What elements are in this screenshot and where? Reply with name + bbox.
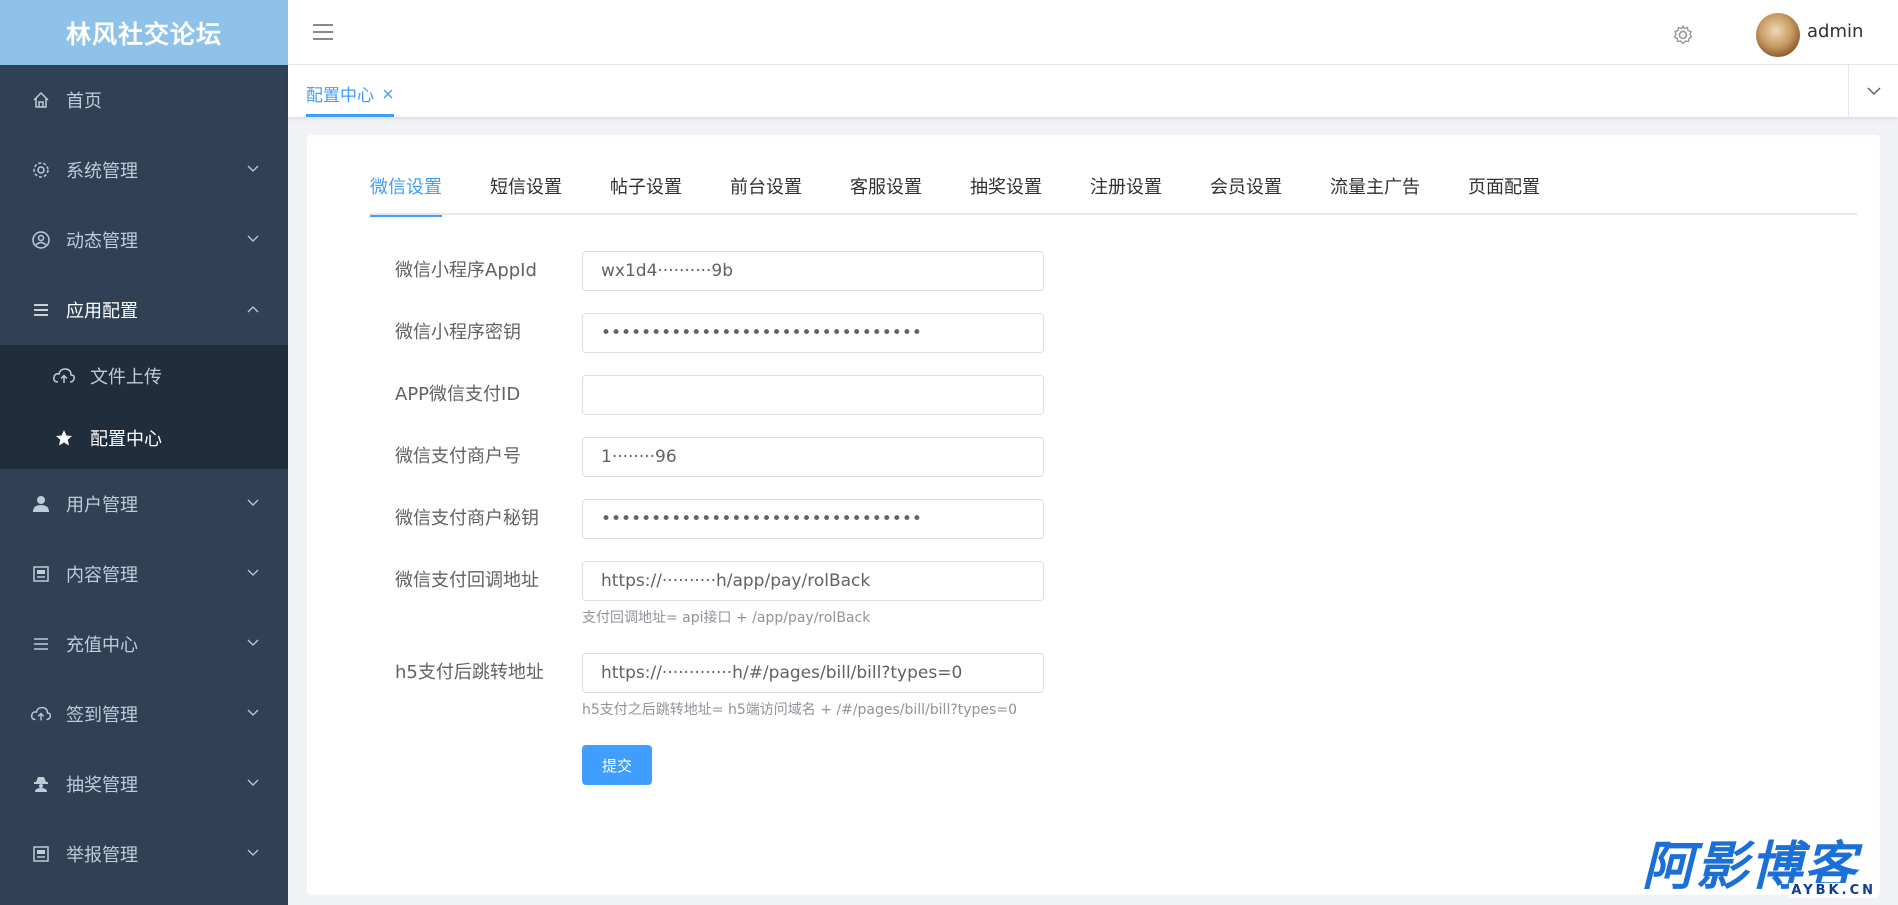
merchant-id-label: 微信支付商户号 [395, 446, 521, 467]
sidebar-item-label: 文件上传 [90, 367, 162, 388]
sidebar-item-label: 首页 [66, 91, 102, 112]
user-circle-icon [30, 229, 52, 251]
chevron-down-icon [247, 849, 259, 856]
chevron-up-icon [247, 306, 259, 313]
sidebar-item-label: 用户管理 [66, 495, 138, 516]
tag-config-center[interactable]: 配置中心 [306, 77, 394, 117]
sidebar-item-label: 动态管理 [66, 231, 138, 252]
username[interactable]: admin [1807, 21, 1863, 42]
appid-label: 微信小程序AppId [395, 260, 537, 281]
app-pay-id-label: APP微信支付ID [395, 384, 521, 405]
sidebar-item-checkin[interactable]: 签到管理 [0, 679, 288, 749]
sidebar-item-label: 应用配置 [66, 301, 138, 322]
wechat-settings-form: 微信小程序AppId wx1d4··········9b 微信小程序密钥 •••… [395, 251, 1044, 785]
sidebar-item-lottery[interactable]: 抽奖管理 [0, 749, 288, 819]
form-row: 微信小程序密钥 •••••••••••••••••••••••••••••••• [395, 313, 1044, 375]
sidebar-item-dynamic[interactable]: 动态管理 [0, 205, 288, 275]
app-secret-label: 微信小程序密钥 [395, 322, 521, 343]
form-row: h5支付后跳转地址 https://·············h/#/pages… [395, 653, 1044, 745]
close-icon[interactable] [382, 88, 394, 100]
tab-member[interactable]: 会员设置 [1210, 171, 1282, 215]
tab-lottery[interactable]: 抽奖设置 [970, 171, 1042, 215]
sidebar-item-report[interactable]: 举报管理 [0, 819, 288, 889]
merchant-id-input[interactable]: 1········96 [582, 437, 1044, 477]
app-logo: 林风社交论坛 [0, 0, 288, 65]
chevron-down-icon [247, 569, 259, 576]
sidebar-item-app-config[interactable]: 应用配置 [0, 275, 288, 345]
home-icon [30, 89, 52, 111]
callback-url-input[interactable]: https://··········h/app/pay/rolBack [582, 561, 1044, 601]
tab-traffic-ads[interactable]: 流量主广告 [1330, 171, 1420, 215]
newspaper-icon [30, 843, 52, 865]
spy-icon [30, 773, 52, 795]
user-icon [30, 493, 52, 515]
sidebar-item-system[interactable]: 系统管理 [0, 135, 288, 205]
chevron-down-icon [1866, 87, 1881, 96]
tag-label: 配置中心 [306, 86, 374, 106]
tab-sms[interactable]: 短信设置 [490, 171, 562, 215]
sidebar-item-home[interactable]: 首页 [0, 65, 288, 135]
cloud-upload-icon [30, 703, 52, 725]
chevron-down-icon [247, 235, 259, 242]
sidebar-item-label: 抽奖管理 [66, 775, 138, 796]
merchant-key-input[interactable]: •••••••••••••••••••••••••••••••• [582, 499, 1044, 539]
sidebar-item-label: 举报管理 [66, 845, 138, 866]
callback-url-label: 微信支付回调地址 [395, 570, 539, 591]
h5-redirect-help: h5支付之后跳转地址= h5端访问域名 + /#/pages/bill/bill… [582, 702, 1017, 718]
chevron-down-icon [247, 639, 259, 646]
tags-dropdown-button[interactable] [1848, 65, 1898, 117]
sidebar: 林风社交论坛 首页 系统管理 动态管理 应用配置 文件上传 配置中心 用户管理 … [0, 0, 288, 905]
newspaper-icon [30, 563, 52, 585]
sidebar-item-label: 充值中心 [66, 635, 138, 656]
app-pay-id-input[interactable] [582, 375, 1044, 415]
sidebar-item-config-center[interactable]: 配置中心 [0, 407, 288, 469]
h5-redirect-label: h5支付后跳转地址 [395, 662, 544, 683]
appid-input[interactable]: wx1d4··········9b [582, 251, 1044, 291]
sidebar-item-label: 签到管理 [66, 705, 138, 726]
form-row: 微信支付回调地址 https://··········h/app/pay/rol… [395, 561, 1044, 653]
form-row: 微信支付商户秘钥 •••••••••••••••••••••••••••••••… [395, 499, 1044, 561]
sidebar-item-recharge[interactable]: 充值中心 [0, 609, 288, 679]
sidebar-item-file-upload[interactable]: 文件上传 [0, 345, 288, 407]
sidebar-item-label: 配置中心 [90, 429, 162, 450]
hamburger-icon[interactable] [312, 22, 334, 42]
list-icon [30, 633, 52, 655]
tab-post[interactable]: 帖子设置 [610, 171, 682, 215]
gear-icon[interactable] [1672, 24, 1694, 46]
avatar[interactable] [1756, 13, 1800, 57]
watermark-logo: 阿影博客 AYBK.CN [1642, 838, 1882, 898]
star-icon [52, 426, 76, 450]
merchant-key-label: 微信支付商户秘钥 [395, 508, 539, 529]
config-card: 微信设置 短信设置 帖子设置 前台设置 客服设置 抽奖设置 注册设置 会员设置 … [307, 135, 1880, 895]
sidebar-item-label: 内容管理 [66, 565, 138, 586]
watermark-sub: AYBK.CN [1789, 883, 1878, 898]
h5-redirect-input[interactable]: https://·············h/#/pages/bill/bill… [582, 653, 1044, 693]
submenu-app-config: 文件上传 配置中心 [0, 345, 288, 469]
submit-button[interactable]: 提交 [582, 745, 652, 785]
app-secret-input[interactable]: •••••••••••••••••••••••••••••••• [582, 313, 1044, 353]
tab-frontend[interactable]: 前台设置 [730, 171, 802, 215]
chevron-down-icon [247, 499, 259, 506]
sidebar-item-users[interactable]: 用户管理 [0, 469, 288, 539]
tab-register[interactable]: 注册设置 [1090, 171, 1162, 215]
top-header: admin [288, 0, 1898, 65]
sidebar-item-label: 系统管理 [66, 161, 138, 182]
tab-wechat[interactable]: 微信设置 [370, 171, 442, 217]
tab-customer-service[interactable]: 客服设置 [850, 171, 922, 215]
chevron-down-icon [247, 709, 259, 716]
form-row: APP微信支付ID [395, 375, 1044, 437]
chevron-down-icon [247, 165, 259, 172]
settings-tabs: 微信设置 短信设置 帖子设置 前台设置 客服设置 抽奖设置 注册设置 会员设置 … [370, 171, 1857, 217]
gear-icon [30, 159, 52, 181]
chevron-down-icon [247, 779, 259, 786]
menu-lines-icon [30, 299, 52, 321]
form-row: 微信支付商户号 1········96 [395, 437, 1044, 499]
callback-url-help: 支付回调地址= api接口 + /app/pay/rolBack [582, 610, 871, 626]
tags-bar: 配置中心 [288, 65, 1898, 117]
cloud-upload-icon [52, 364, 76, 388]
tab-page-config[interactable]: 页面配置 [1468, 171, 1540, 215]
form-row: 微信小程序AppId wx1d4··········9b [395, 251, 1044, 313]
sidebar-item-content[interactable]: 内容管理 [0, 539, 288, 609]
